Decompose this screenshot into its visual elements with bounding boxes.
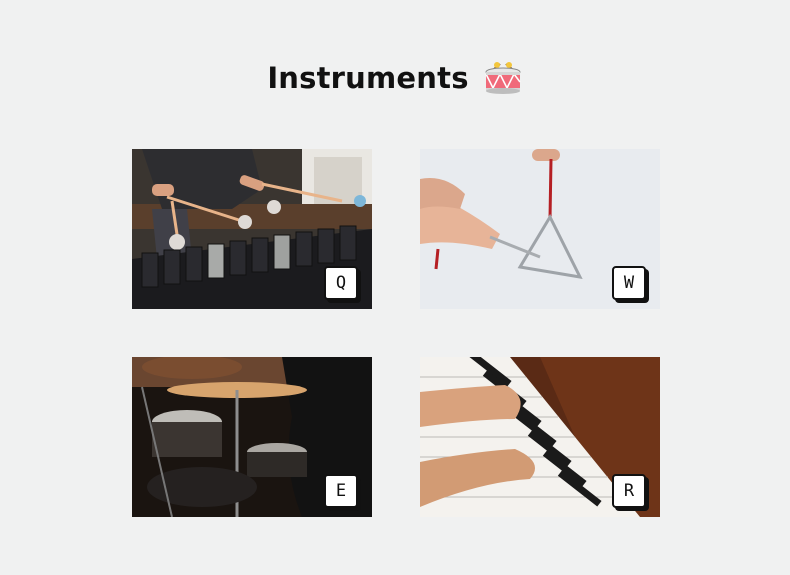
instrument-card-triangle[interactable]: W xyxy=(420,149,660,309)
page-title: Instruments xyxy=(267,61,469,95)
instrument-card-piano[interactable]: R xyxy=(420,357,660,517)
instrument-card-xylophone[interactable]: Q xyxy=(132,149,372,309)
header: Instruments xyxy=(0,52,790,104)
key-badge-w: W xyxy=(612,266,646,300)
drum-icon xyxy=(484,62,521,94)
key-badge-r: R xyxy=(612,474,646,508)
instrument-card-drums[interactable]: E xyxy=(132,357,372,517)
key-badge-e: E xyxy=(324,474,358,508)
key-badge-q: Q xyxy=(324,266,358,300)
